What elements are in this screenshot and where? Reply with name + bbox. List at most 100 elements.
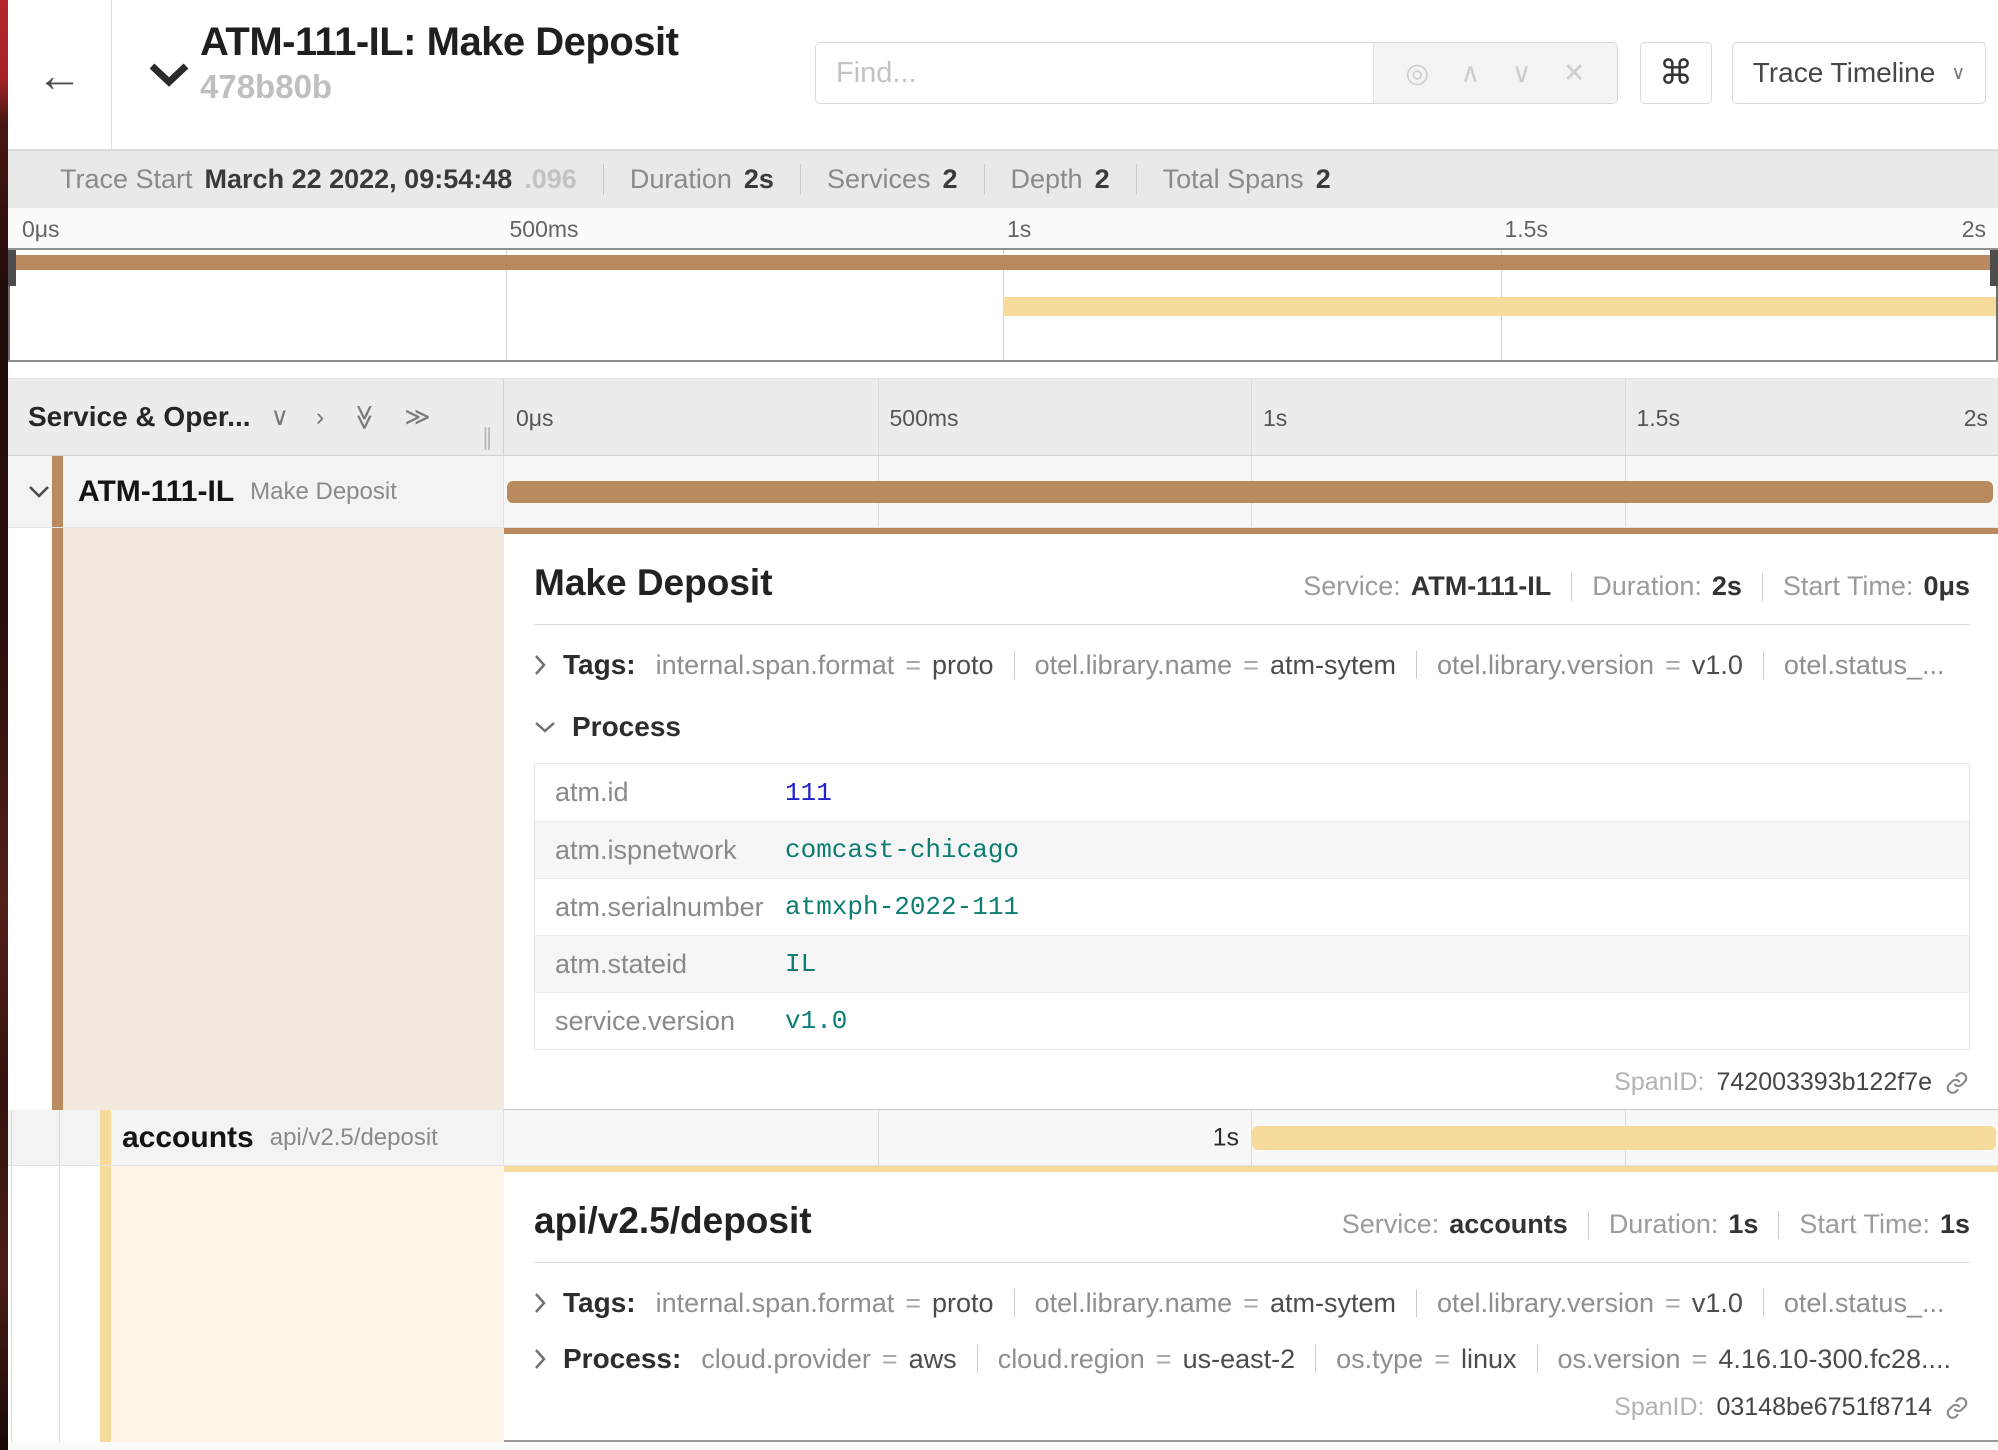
equals-sign: = (905, 650, 921, 681)
separator (1315, 1345, 1316, 1373)
kv-value: v1.0 (785, 1006, 847, 1036)
timeline-axis: 0μs 500ms 1s 1.5s 2s (504, 379, 1998, 455)
expand-all-icon[interactable]: ≫ (404, 405, 430, 430)
start-time-value: 1s (1940, 1209, 1970, 1240)
equals-sign: = (882, 1344, 898, 1375)
keyboard-shortcuts-button[interactable]: ⌘ (1640, 42, 1712, 104)
clear-search-icon[interactable]: ✕ (1563, 60, 1586, 87)
chevron-down-icon: ∨ (1951, 62, 1965, 85)
span-detail-indent-fill (63, 528, 504, 1110)
kv-value: atmxph-2022-111 (785, 892, 1019, 922)
total-spans-label: Total Spans (1163, 164, 1304, 195)
trace-view-selector[interactable]: Trace Timeline ∨ (1732, 42, 1986, 104)
tag-key: cloud.region (998, 1344, 1145, 1375)
trace-summary-bar: Trace Start March 22 2022, 09:54:48.096 … (8, 150, 1998, 208)
service-label: Service: (1303, 571, 1401, 602)
span-color-indicator (52, 528, 63, 1110)
trace-start-value: March 22 2022, 09:54:48 (205, 164, 513, 195)
copy-link-icon[interactable] (1944, 1070, 1970, 1096)
span-collapse-chevron[interactable] (28, 485, 50, 499)
collapse-one-icon[interactable]: ∨ (271, 405, 289, 430)
copy-link-icon[interactable] (1944, 1395, 1970, 1421)
find-input[interactable] (816, 43, 1373, 103)
prev-match-icon[interactable]: ∧ (1460, 60, 1480, 87)
divider (534, 1262, 1970, 1263)
tag-value: atm-sytem (1270, 1288, 1396, 1319)
kv-key: atm.stateid (535, 949, 785, 980)
kv-value: 111 (785, 778, 832, 808)
minimap-span-bar-root (8, 255, 1998, 270)
equals-sign: = (1665, 650, 1681, 681)
span-detail-title: api/v2.5/deposit (534, 1200, 812, 1242)
span-name-cell-accounts[interactable]: accounts api/v2.5/deposit (8, 1110, 504, 1165)
depth-item: Depth 2 (984, 164, 1136, 195)
back-arrow-icon[interactable]: ← (37, 52, 83, 98)
tag-key: otel.library.name (1035, 650, 1233, 681)
equals-sign: = (1665, 1288, 1681, 1319)
span-bar-atm[interactable] (507, 481, 1993, 503)
span-bar-accounts[interactable] (1252, 1126, 1996, 1150)
span-id-label: SpanID: (1614, 1068, 1704, 1097)
kv-key: atm.id (535, 777, 785, 808)
separator (1763, 1289, 1764, 1317)
span-detail-indent-fill (111, 1166, 504, 1442)
span-detail-header[interactable]: Make Deposit Service: ATM-111-IL Duratio… (534, 562, 1970, 604)
tags-label: Tags: (563, 649, 636, 681)
span-service-name: accounts (122, 1121, 254, 1155)
process-toggle[interactable] (534, 1348, 547, 1370)
process-section-header: Process (534, 711, 1970, 743)
span-detail-header[interactable]: api/v2.5/deposit Service: accounts Durat… (534, 1200, 1970, 1242)
span-service-name: ATM-111-IL (78, 475, 234, 509)
process-toggle[interactable] (534, 721, 556, 734)
span-track-atm (504, 456, 1998, 527)
total-spans-value: 2 (1316, 164, 1331, 195)
tag-item: internal.span.format = proto (656, 1288, 994, 1319)
next-match-icon[interactable]: ∨ (1512, 60, 1532, 87)
separator (1778, 1211, 1779, 1239)
column-resizer-handle[interactable]: ∥ (482, 424, 494, 451)
timeline-tick: 2s (1964, 405, 1988, 432)
span-name-cell-atm[interactable]: ATM-111-IL Make Deposit (8, 456, 504, 527)
collapse-all-icon[interactable]: ≫ (352, 404, 377, 430)
spacer (8, 362, 1998, 378)
total-spans-item: Total Spans 2 (1136, 164, 1357, 195)
service-operation-header: Service & Oper... ∨ › ≫ ≫ ∥ (8, 379, 504, 455)
process-summary-row: Process: cloud.provider = aws cloud.regi… (534, 1343, 1970, 1375)
tag-key: otel.library.version (1437, 1288, 1654, 1319)
tag-value: proto (932, 1288, 994, 1319)
start-time-label: Start Time: (1783, 571, 1914, 602)
minimap-drag-handle-left[interactable] (8, 250, 16, 286)
process-kv-table: atm.id 111 atm.ispnetwork comcast-chicag… (534, 763, 1970, 1050)
minimap-canvas[interactable] (8, 248, 1998, 362)
span-detail-panel-accounts: api/v2.5/deposit Service: accounts Durat… (504, 1166, 1998, 1442)
process-label: Process: (563, 1343, 681, 1375)
span-id-label: SpanID: (1614, 1393, 1704, 1422)
services-label: Services (827, 164, 931, 195)
table-row: atm.ispnetwork comcast-chicago (535, 821, 1969, 878)
window-edge-strip (0, 0, 8, 1450)
trace-collapse-toggle[interactable] (148, 62, 190, 88)
tag-value: us-east-2 (1183, 1344, 1296, 1375)
process-tag-item: cloud.region = us-east-2 (998, 1344, 1295, 1375)
minimap-tick: 0μs (22, 216, 60, 243)
tags-toggle[interactable] (534, 654, 547, 676)
locate-icon[interactable]: ◎ (1405, 60, 1429, 87)
timeline-header-row: Service & Oper... ∨ › ≫ ≫ ∥ 0μs 500ms 1s… (8, 378, 1998, 456)
service-value: accounts (1449, 1209, 1568, 1240)
table-row: atm.id 111 (535, 764, 1969, 821)
span-operation-name: api/v2.5/deposit (270, 1124, 438, 1152)
tags-toggle[interactable] (534, 1292, 547, 1314)
duration-label: Duration (630, 164, 732, 195)
separator (1416, 1289, 1417, 1317)
page-title: ATM-111-IL: Make Deposit (200, 18, 678, 66)
minimap-drag-handle-right[interactable] (1990, 250, 1998, 286)
back-button[interactable]: ← (8, 0, 112, 149)
duration-value: 1s (1728, 1209, 1758, 1240)
timeline-gridline (878, 379, 879, 455)
chevron-down-icon (148, 62, 190, 88)
depth-label: Depth (1011, 164, 1083, 195)
tag-item-truncated: otel.status_... (1784, 650, 1945, 681)
indent-guide (59, 1110, 60, 1165)
tag-item: otel.library.version = v1.0 (1437, 650, 1743, 681)
expand-one-icon[interactable]: › (316, 405, 324, 430)
